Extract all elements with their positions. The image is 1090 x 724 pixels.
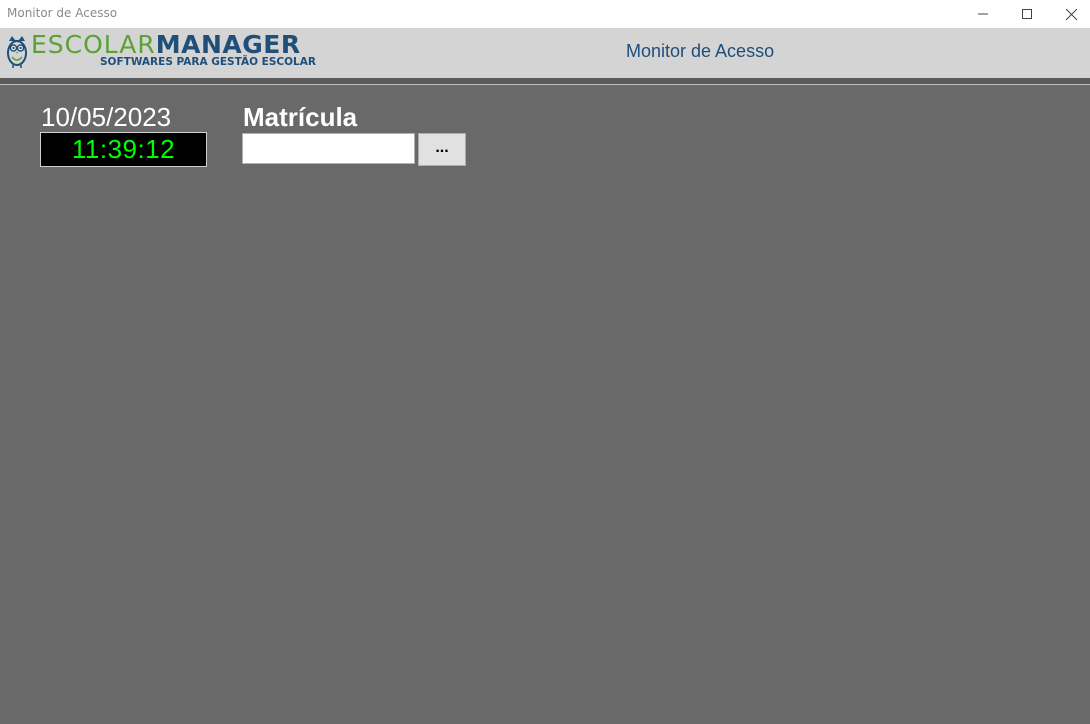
page-title: Monitor de Acesso [626,41,775,61]
logo-tagline: SOFTWARES PARA GESTÃO ESCOLAR [100,56,316,68]
logo-brand: ESCOLARMANAGER [31,30,301,59]
clock-time: 11:39:12 [71,134,176,164]
owl-icon [7,36,27,68]
header-divider-highlight [0,84,1090,85]
minimize-icon [978,13,988,15]
close-icon [1065,8,1077,20]
window-titlebar: Monitor de Acesso [0,0,1090,28]
maximize-button[interactable] [1004,0,1050,28]
matricula-input[interactable] [242,133,415,164]
minimize-button[interactable] [960,0,1006,28]
current-date: 10/05/2023 [41,102,172,132]
escolar-manager-logo: ESCOLARMANAGER SOFTWARES PARA GESTÃO ESC… [5,30,316,73]
maximize-icon [1022,9,1032,19]
close-button[interactable] [1048,0,1090,28]
window-title: Monitor de Acesso [7,6,118,20]
matricula-label: Matrícula [243,102,358,132]
digital-clock: 11:39:12 [40,132,207,167]
browse-matricula-button[interactable]: ... [418,133,466,166]
